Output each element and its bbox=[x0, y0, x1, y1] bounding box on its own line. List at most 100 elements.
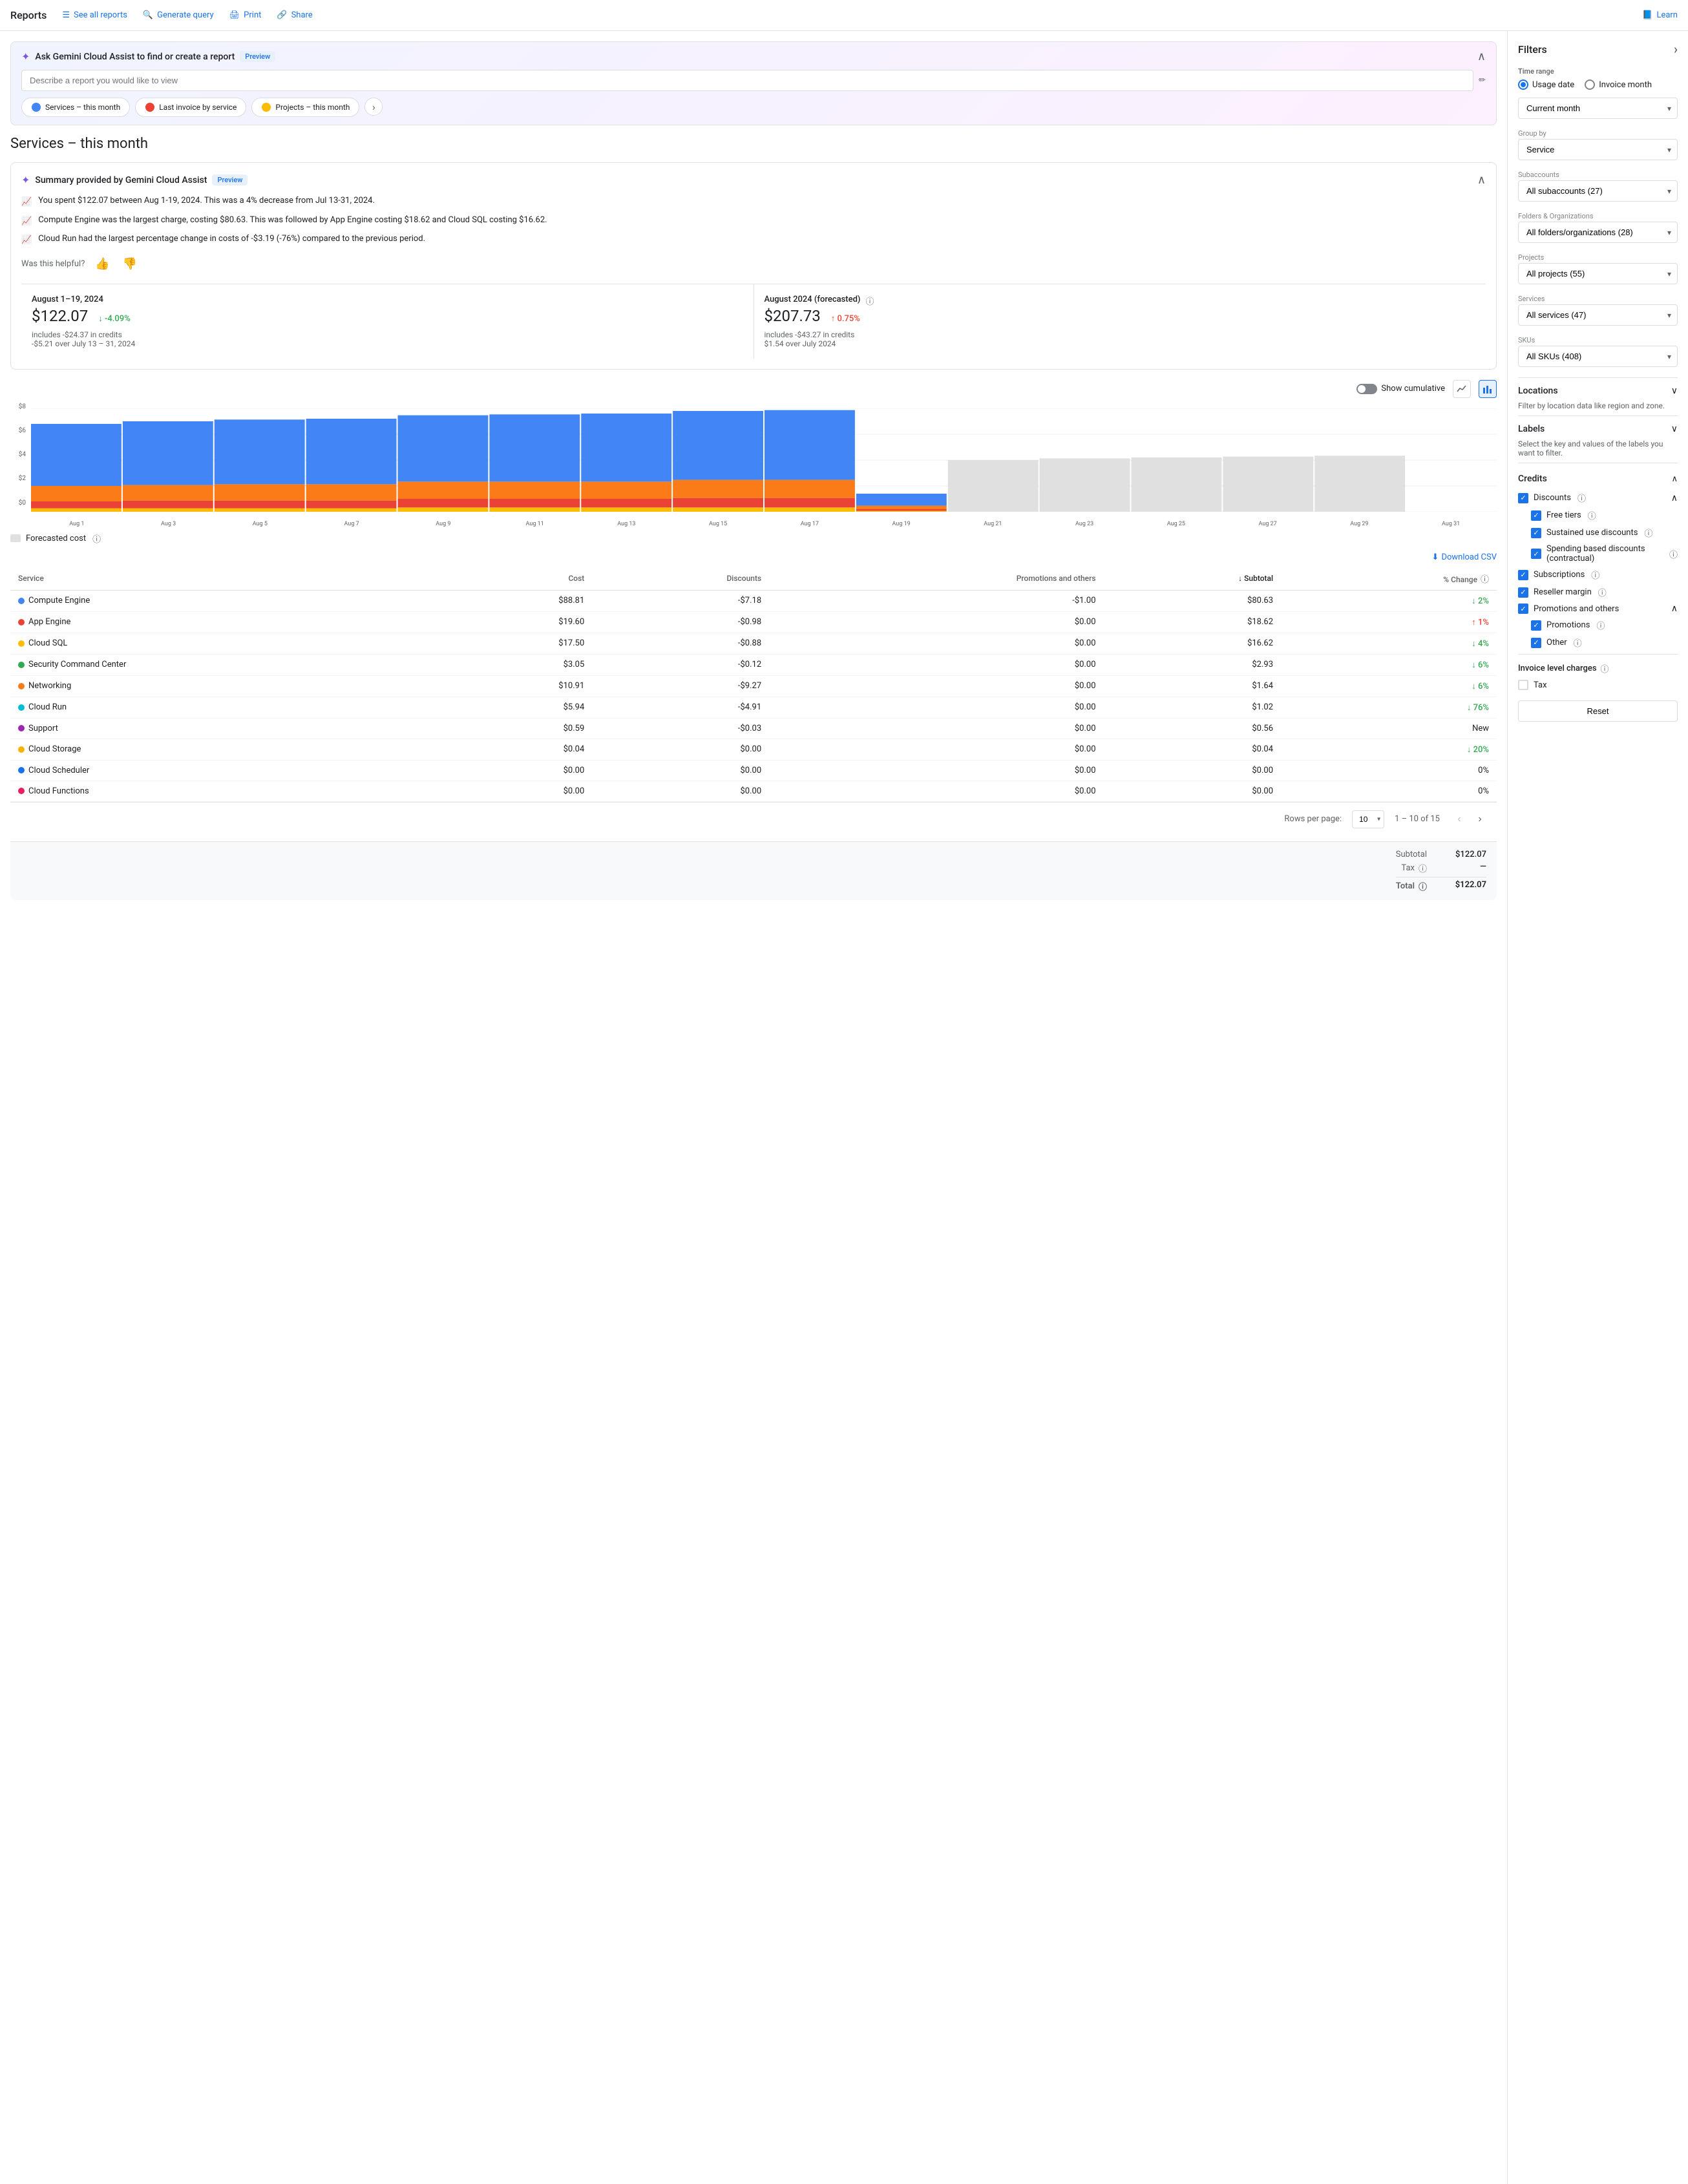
subscriptions-checkbox-item[interactable]: Subscriptions ⓘ bbox=[1518, 569, 1678, 581]
pagination-row: Rows per page: 10 25 50 1 – 10 of 15 ‹ › bbox=[10, 802, 1497, 836]
reseller-margin-checkbox-item[interactable]: Reseller margin ⓘ bbox=[1518, 586, 1678, 598]
invoice-month-option[interactable]: Invoice month bbox=[1585, 79, 1652, 90]
spending-based-checkbox[interactable] bbox=[1531, 549, 1541, 559]
forecasted-help-icon[interactable]: ⓘ bbox=[865, 295, 874, 307]
sidebar-filters: Filters › Time range Usage date Invoice … bbox=[1507, 31, 1688, 2184]
share-link[interactable]: 🔗 Share bbox=[277, 10, 312, 20]
projects-select[interactable]: All projects (55) bbox=[1518, 263, 1678, 284]
locations-collapsible[interactable]: Locations ∨ bbox=[1518, 377, 1678, 399]
chart-svg bbox=[31, 408, 1497, 512]
metric-current: August 1–19, 2024 $122.07 ↓ -4.09% inclu… bbox=[21, 284, 754, 359]
spending-based-help-icon[interactable]: ⓘ bbox=[1669, 548, 1678, 560]
other-help-icon[interactable]: ⓘ bbox=[1574, 636, 1582, 649]
discounts-checkbox[interactable] bbox=[1518, 493, 1528, 503]
download-csv-link[interactable]: ⬇ Download CSV bbox=[1432, 552, 1497, 562]
total-help-icon[interactable]: ⓘ bbox=[1419, 880, 1427, 892]
subscriptions-help-icon[interactable]: ⓘ bbox=[1591, 569, 1599, 581]
chips-next-arrow[interactable]: › bbox=[364, 98, 383, 116]
thumbs-down-button[interactable]: 👎 bbox=[120, 255, 140, 273]
locations-expand-icon: ∨ bbox=[1671, 386, 1678, 396]
reset-button[interactable]: Reset bbox=[1518, 700, 1678, 722]
free-tiers-checkbox[interactable] bbox=[1531, 510, 1541, 521]
sustained-use-help-icon[interactable]: ⓘ bbox=[1644, 527, 1652, 539]
cumulative-switch[interactable] bbox=[1356, 384, 1377, 394]
gemini-collapse-icon[interactable]: ∧ bbox=[1477, 50, 1486, 63]
spending-based-checkbox-item[interactable]: Spending based discounts (contractual) ⓘ bbox=[1531, 544, 1678, 563]
chip-last-invoice[interactable]: Last invoice by service bbox=[135, 98, 246, 117]
print-link[interactable]: 🖨 Print bbox=[229, 10, 262, 20]
sustained-use-checkbox[interactable] bbox=[1531, 528, 1541, 538]
promotions-checkbox-item[interactable]: Promotions ⓘ bbox=[1531, 619, 1678, 631]
trend-icon-2: 📈 bbox=[21, 215, 32, 228]
discounts-cell: -$0.98 bbox=[592, 611, 769, 633]
invoice-month-radio[interactable] bbox=[1585, 79, 1595, 90]
discounts-checkbox-item[interactable]: Discounts ⓘ ∧ bbox=[1518, 492, 1678, 504]
subtotal-cell: $1.02 bbox=[1104, 697, 1282, 718]
promotions-checkbox[interactable] bbox=[1531, 620, 1541, 631]
skus-select[interactable]: All SKUs (408) bbox=[1518, 346, 1678, 367]
service-cell: Security Command Center bbox=[10, 654, 447, 675]
subaccounts-select[interactable]: All subaccounts (27) bbox=[1518, 180, 1678, 202]
current-change-sub: -$5.21 over July 13 – 31, 2024 bbox=[32, 339, 743, 348]
line-chart-button[interactable] bbox=[1453, 380, 1471, 398]
gemini-bar-title: ✦ Ask Gemini Cloud Assist to find or cre… bbox=[21, 50, 275, 63]
other-checkbox[interactable] bbox=[1531, 638, 1541, 648]
group-by-select[interactable]: Service Project SKU bbox=[1518, 139, 1678, 160]
promotions-help-icon[interactable]: ⓘ bbox=[1596, 619, 1605, 631]
trend-icon-1: 📈 bbox=[21, 196, 32, 209]
folders-select[interactable]: All folders/organizations (28) bbox=[1518, 222, 1678, 243]
list-icon: ☰ bbox=[62, 10, 70, 20]
summary-collapse-icon[interactable]: ∧ bbox=[1477, 173, 1486, 187]
service-dot bbox=[18, 725, 25, 731]
usage-date-radio[interactable] bbox=[1518, 79, 1528, 90]
discounts-cell: $0.00 bbox=[592, 781, 769, 801]
forecasted-legend-help-icon[interactable]: ⓘ bbox=[92, 532, 101, 545]
tax-checkbox[interactable] bbox=[1518, 680, 1528, 690]
subscriptions-checkbox[interactable] bbox=[1518, 570, 1528, 580]
invoice-charges-help-icon[interactable]: ⓘ bbox=[1601, 662, 1609, 675]
promotions-others-checkbox[interactable] bbox=[1518, 604, 1528, 614]
next-page-button[interactable]: › bbox=[1471, 810, 1489, 828]
gemini-search-input[interactable] bbox=[21, 70, 1473, 91]
usage-date-option[interactable]: Usage date bbox=[1518, 79, 1574, 90]
credits-collapsible-header[interactable]: Credits ∧ bbox=[1518, 471, 1678, 487]
free-tiers-checkbox-item[interactable]: Free tiers ⓘ bbox=[1531, 509, 1678, 521]
labels-collapsible[interactable]: Labels ∨ bbox=[1518, 415, 1678, 437]
thumbs-up-button[interactable]: 👍 bbox=[92, 255, 112, 273]
tax-help-icon[interactable]: ⓘ bbox=[1419, 862, 1427, 874]
sustained-use-checkbox-item[interactable]: Sustained use discounts ⓘ bbox=[1531, 527, 1678, 539]
chip-projects-month[interactable]: Projects – this month bbox=[251, 98, 359, 117]
prev-page-button[interactable]: ‹ bbox=[1450, 810, 1468, 828]
discounts-expand-icon[interactable]: ∧ bbox=[1671, 493, 1678, 503]
filter-time-range: Time range Usage date Invoice month Curr… bbox=[1518, 67, 1678, 119]
services-select[interactable]: All services (47) bbox=[1518, 304, 1678, 326]
rows-per-page-select[interactable]: 10 25 50 bbox=[1352, 810, 1384, 828]
free-tiers-help-icon[interactable]: ⓘ bbox=[1588, 509, 1596, 521]
subtotal-cell: $0.56 bbox=[1104, 718, 1282, 739]
change-cell: New bbox=[1281, 718, 1497, 739]
show-cumulative-toggle[interactable]: Show cumulative bbox=[1356, 384, 1445, 394]
filters-title: Filters › bbox=[1518, 41, 1678, 57]
current-change: ↓ -4.09% bbox=[98, 313, 131, 324]
generate-query-link[interactable]: 🔍 Generate query bbox=[143, 10, 214, 20]
col-subtotal[interactable]: ↓ Subtotal bbox=[1104, 567, 1282, 591]
see-all-reports-link[interactable]: ☰ See all reports bbox=[62, 10, 127, 20]
tax-checkbox-item[interactable]: Tax bbox=[1518, 680, 1678, 690]
reseller-margin-checkbox[interactable] bbox=[1518, 587, 1528, 598]
change-help-icon[interactable]: ⓘ bbox=[1481, 575, 1489, 585]
filters-expand-icon[interactable]: › bbox=[1674, 41, 1678, 57]
chip-services-month[interactable]: Services – this month bbox=[21, 98, 130, 117]
promotions-expand-icon[interactable]: ∧ bbox=[1671, 604, 1678, 614]
other-checkbox-item[interactable]: Other ⓘ bbox=[1531, 636, 1678, 649]
discounts-help-icon[interactable]: ⓘ bbox=[1577, 492, 1586, 504]
filter-skus: SKUs All SKUs (408) bbox=[1518, 336, 1678, 367]
discounts-cell: -$0.88 bbox=[592, 633, 769, 654]
learn-link[interactable]: 📘 Learn bbox=[1642, 10, 1678, 20]
subtotal-cell: $2.93 bbox=[1104, 654, 1282, 675]
reseller-margin-help-icon[interactable]: ⓘ bbox=[1598, 586, 1607, 598]
promotions-others-checkbox-item[interactable]: Promotions and others ∧ bbox=[1518, 604, 1678, 614]
bar-chart-button[interactable] bbox=[1479, 380, 1497, 398]
invoice-charges-section: Invoice level charges ⓘ Tax bbox=[1518, 654, 1678, 690]
cost-cell: $0.04 bbox=[447, 739, 593, 760]
current-month-select[interactable]: Current month bbox=[1518, 98, 1678, 119]
